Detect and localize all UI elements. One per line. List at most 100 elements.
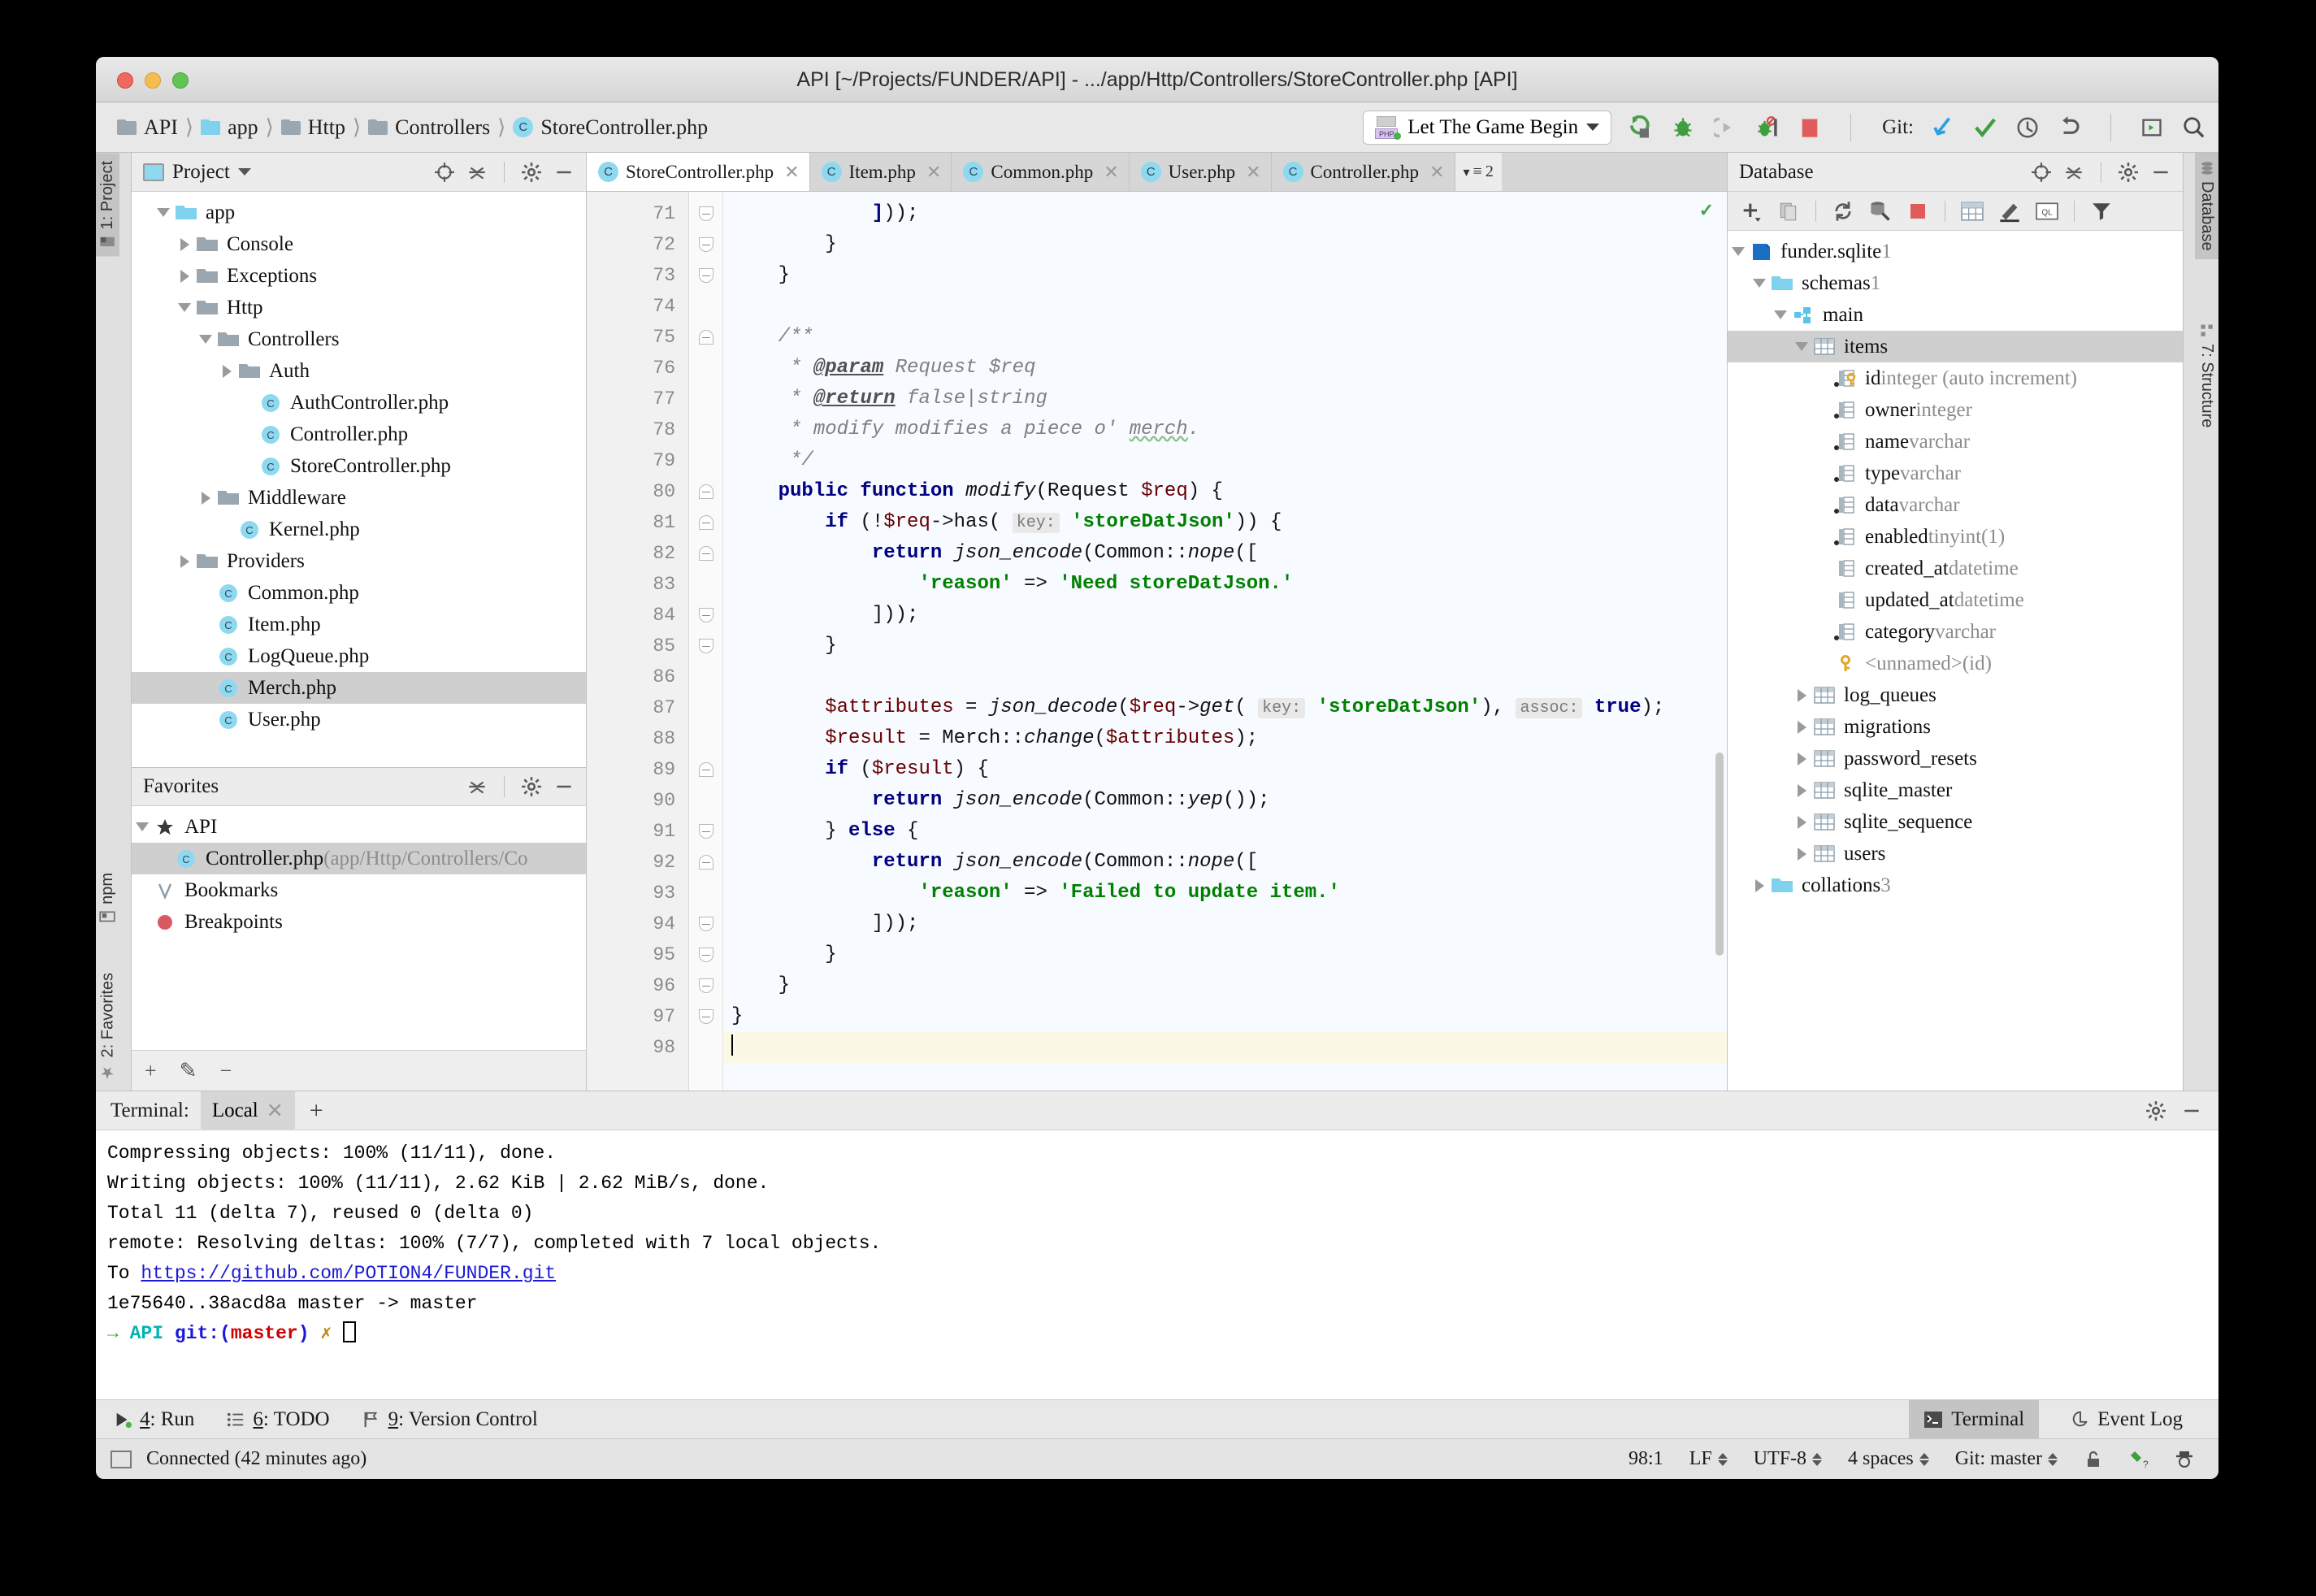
code-fold-toggle-icon[interactable] [698,855,713,870]
indent-selector[interactable]: 4 spaces [1838,1448,1939,1470]
favorites-tree-item[interactable]: C Controller.php (app/Http/Controllers/Co [132,843,586,874]
code-line[interactable]: $attributes = json_decode($req->get( key… [723,692,1727,723]
tree-expand-down-icon[interactable] [1791,342,1812,351]
stop-icon[interactable] [1906,199,1930,223]
code-line[interactable]: } else { [723,816,1727,847]
code-fold-toggle-icon[interactable] [698,1009,713,1024]
bottom-tab-version-control[interactable]: 9: Version Control [362,1408,538,1431]
table-editor-icon[interactable] [1960,199,1984,223]
line-number[interactable]: 74 [587,291,688,322]
database-tree-item[interactable]: enabled tinyint(1) [1728,521,2183,553]
collapse-all-icon[interactable] [2062,160,2086,184]
terminal-prompt[interactable]: → API git:(master) ✗ [107,1319,2218,1349]
close-tab-icon[interactable]: ✕ [1429,162,1444,183]
line-number[interactable]: 94 [587,909,688,939]
tree-expand-right-icon[interactable] [174,237,195,251]
project-tree-item[interactable]: C Controller.php [132,419,586,450]
line-number[interactable]: 76 [587,353,688,384]
editor-tab[interactable]: C Common.php ✕ [952,153,1130,191]
project-tree-item[interactable]: Providers [132,545,586,577]
breadcrumb-item-http[interactable]: Http [280,115,350,140]
project-tree[interactable]: app Console Exceptions Http Controllers Auth C… [132,192,586,767]
gear-icon[interactable] [2144,1099,2168,1123]
encoding-selector[interactable]: UTF-8 [1744,1448,1832,1470]
tool-tab-favorites[interactable]: ★ 2: Favorites [96,965,120,1091]
show-tool-windows-icon[interactable] [111,1450,132,1468]
project-tree-item[interactable]: Controllers [132,323,586,355]
project-tree-item[interactable]: Middleware [132,482,586,514]
terminal-tab-local[interactable]: Local ✕ [200,1091,295,1130]
favorites-tree-item[interactable]: Breakpoints [132,906,586,938]
code-line[interactable]: return json_encode(Common::nope([ [723,847,1727,878]
bottom-tab-todo[interactable]: 6: TODO [227,1408,330,1431]
code-line[interactable]: return json_encode(Common::nope([ [723,538,1727,569]
code-line[interactable]: return json_encode(Common::yep()); [723,785,1727,816]
hide-panel-icon[interactable] [2149,160,2173,184]
database-tree-item[interactable]: updated_at datetime [1728,584,2183,616]
database-tree-item[interactable]: funder.sqlite 1 [1728,236,2183,267]
database-tree-item[interactable]: created_at datetime [1728,553,2183,584]
hector-icon[interactable] [2165,1450,2204,1469]
close-tab-icon[interactable]: ✕ [926,162,941,183]
favorites-tree-item[interactable]: Bookmarks [132,874,586,906]
line-number[interactable]: 98 [587,1032,688,1063]
breadcrumb-item-storecontroller[interactable]: C StoreController.php [513,115,713,140]
data-source-properties-icon[interactable] [1868,199,1893,223]
database-tree-item[interactable]: schemas 1 [1728,267,2183,299]
code-line[interactable]: 'reason' => 'Failed to update item.' [723,878,1727,909]
tree-expand-right-icon[interactable] [174,554,195,568]
code-line[interactable] [723,661,1727,692]
line-number[interactable]: 93 [587,878,688,909]
code-line[interactable]: /** [723,322,1727,353]
code-fold-toggle-icon[interactable] [698,948,713,962]
line-number[interactable]: 86 [587,661,688,692]
code-line[interactable]: } [723,939,1727,970]
collapse-all-icon[interactable] [465,160,489,184]
scroll-from-source-icon[interactable] [432,160,457,184]
code-line[interactable]: if (!$req->has( key: 'storeDatJson')) { [723,507,1727,538]
terminal-output[interactable]: Compressing objects: 100% (11/11), done.… [96,1130,2218,1399]
code-line[interactable] [723,1032,1727,1063]
code-line[interactable]: } [723,1001,1727,1032]
project-tree-item[interactable]: C LogQueue.php [132,640,586,672]
gear-icon[interactable] [2116,160,2140,184]
project-tree-item[interactable]: C User.php [132,704,586,735]
close-tab-icon[interactable]: ✕ [1104,162,1118,183]
code-fold-toggle-icon[interactable] [698,546,713,561]
run-anything-icon[interactable] [2139,115,2165,141]
code-fold-toggle-icon[interactable] [698,608,713,622]
line-number[interactable]: 82 [587,538,688,569]
rollback-icon[interactable] [2057,115,2083,141]
database-tree-item[interactable]: collations 3 [1728,870,2183,901]
editor-tab[interactable]: C Item.php ✕ [809,153,952,191]
bottom-tab-run[interactable]: 4: Run [114,1408,194,1431]
code-line[interactable]: } [723,229,1727,260]
edit-favorite-button[interactable]: ✎ [180,1059,197,1083]
database-tree-item[interactable]: items [1728,331,2183,362]
hide-panel-icon[interactable] [2179,1099,2204,1123]
project-tree-item[interactable]: C Item.php [132,609,586,640]
tree-expand-right-icon[interactable] [1791,815,1812,829]
code-editor[interactable]: 71 72 73 74 75 76 77 78 79 80 81 82 83 84 85 86 87 88 89 90… [587,192,1727,1091]
project-tree-item[interactable]: C Merch.php [132,672,586,704]
commit-icon[interactable] [1972,115,1998,141]
code-fold-toggle-icon[interactable] [698,978,713,993]
tree-expand-right-icon[interactable] [174,269,195,283]
duplicate-icon[interactable] [1776,199,1801,223]
history-icon[interactable] [2015,115,2041,141]
code-line[interactable]: if ($result) { [723,754,1727,785]
tree-expand-down-icon[interactable] [195,335,216,344]
run-with-coverage-icon[interactable] [1712,115,1738,141]
project-tree-item[interactable]: C Common.php [132,577,586,609]
code-line[interactable]: * @return false|string [723,384,1727,414]
breadcrumb-item-controllers[interactable]: Controllers [368,115,495,140]
search-everywhere-icon[interactable] [2181,115,2207,141]
line-number[interactable]: 73 [587,260,688,291]
editor-scrollbar[interactable] [1715,752,1724,956]
code-fold-toggle-icon[interactable] [698,762,713,777]
tab-overflow-button[interactable]: ▾ ≡ 2 [1455,153,1502,191]
line-number[interactable]: 72 [587,229,688,260]
line-number[interactable]: 81 [587,507,688,538]
lock-open-icon[interactable] [2074,1450,2113,1469]
project-tree-item[interactable]: C AuthController.php [132,387,586,419]
